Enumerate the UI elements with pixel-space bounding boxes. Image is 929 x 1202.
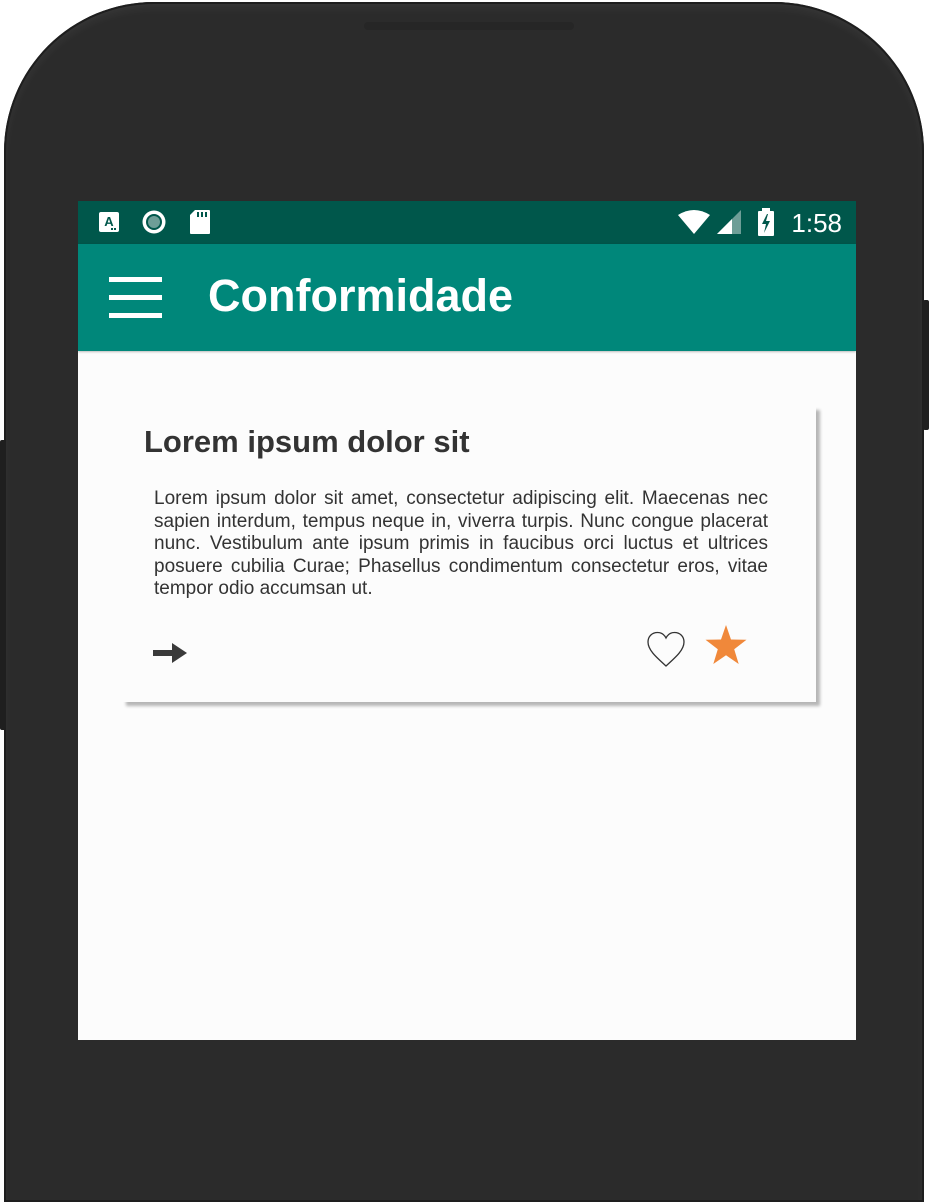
status-bar: A 1:58 bbox=[78, 201, 856, 244]
sync-circle-icon bbox=[141, 210, 167, 234]
star-filled-icon[interactable] bbox=[704, 624, 748, 666]
side-button-right bbox=[923, 300, 929, 430]
card-title: Lorem ipsum dolor sit bbox=[144, 424, 470, 459]
svg-text:A: A bbox=[104, 214, 114, 229]
status-time: 1:58 bbox=[791, 208, 842, 238]
content-card: Lorem ipsum dolor sit Lorem ipsum dolor … bbox=[122, 406, 816, 702]
wifi-icon bbox=[676, 210, 712, 234]
card-body-text: Lorem ipsum dolor sit amet, consectetur … bbox=[154, 488, 768, 599]
side-button-left bbox=[0, 440, 6, 730]
accessibility-a-icon: A bbox=[97, 210, 121, 234]
battery-charging-icon bbox=[756, 208, 776, 236]
sd-card-icon bbox=[188, 210, 212, 234]
arrow-right-icon[interactable] bbox=[152, 639, 190, 667]
speaker-grille bbox=[364, 22, 574, 30]
hamburger-menu-icon[interactable] bbox=[106, 277, 162, 319]
phone-screen: A 1:58 Conformidade Lorem ipsum dolor si… bbox=[78, 201, 856, 1040]
signal-icon bbox=[714, 210, 744, 234]
heart-outline-icon[interactable] bbox=[646, 631, 686, 669]
app-bar: Conformidade bbox=[78, 244, 856, 351]
app-title: Conformidade bbox=[208, 270, 514, 321]
